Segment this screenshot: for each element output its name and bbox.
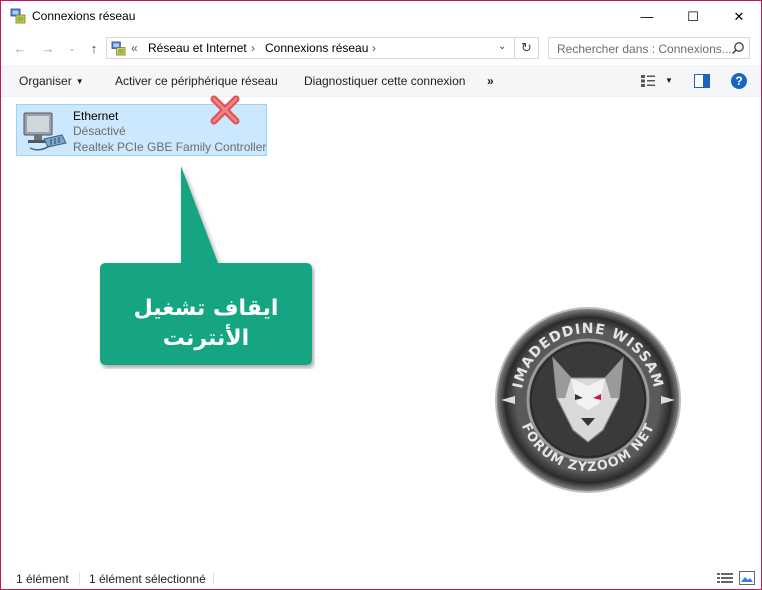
address-bar[interactable]: « Réseau et Internet › Connexions réseau…: [106, 37, 515, 59]
minimize-icon: —: [640, 9, 654, 24]
maximize-button[interactable]: ☐: [670, 1, 716, 32]
breadcrumb-separator[interactable]: ›: [251, 41, 255, 55]
command-bar: Organiser ▼ Activer ce périphérique résea…: [1, 65, 761, 97]
status-divider: [79, 572, 80, 585]
maximize-icon: ☐: [687, 8, 699, 24]
caret-down-icon: ▼: [75, 77, 84, 86]
up-button[interactable]: ↑: [86, 39, 102, 57]
search-icon: [731, 42, 744, 55]
forward-button[interactable]: →: [40, 39, 56, 57]
view-options-dropdown-icon[interactable]: ▼: [665, 76, 673, 85]
item-count: 1 élément: [16, 572, 69, 586]
address-row: ← → ⌄ ↑ « Réseau et Internet › Connexion…: [1, 34, 761, 62]
breadcrumb-separator[interactable]: ›: [372, 41, 376, 55]
activate-device-button[interactable]: Activer ce périphérique réseau: [115, 74, 278, 88]
organiser-label: Organiser: [19, 74, 72, 88]
minimize-button[interactable]: —: [624, 1, 670, 32]
window-title: Connexions réseau: [32, 9, 136, 23]
refresh-icon: ↻: [521, 40, 532, 55]
annotation-text: ايقاف تشغيل الأنترنت: [99, 282, 313, 366]
wolf-watermark-logo: IMADEDDINE WISSAM FORUM ZYZOOM NET: [495, 307, 681, 493]
address-overflow[interactable]: «: [131, 41, 138, 55]
search-placeholder: Rechercher dans : Connexions...: [557, 42, 732, 56]
refresh-button[interactable]: ↻: [515, 37, 539, 59]
annotation-line-1: ايقاف تشغيل: [133, 296, 279, 321]
organiser-menu[interactable]: Organiser ▼: [19, 74, 84, 88]
more-commands-button[interactable]: »: [487, 74, 494, 88]
explorer-window: Connexions réseau — ☐ ✕ ← → ⌄ ↑ « Réseau…: [0, 0, 762, 590]
breadcrumb-network-connections[interactable]: Connexions réseau: [265, 41, 368, 55]
close-button[interactable]: ✕: [716, 1, 761, 32]
preview-pane-icon[interactable]: [694, 74, 710, 88]
network-connections-icon: [111, 41, 126, 56]
title-bar[interactable]: Connexions réseau — ☐ ✕: [1, 1, 761, 32]
arrow-up-icon: ↑: [90, 40, 98, 56]
disabled-x-icon: [210, 95, 240, 125]
network-connections-icon: [10, 8, 26, 24]
breadcrumb-network-internet[interactable]: Réseau et Internet: [148, 41, 247, 55]
arrow-right-icon: →: [41, 40, 55, 56]
large-icons-view-icon[interactable]: [739, 571, 755, 585]
recent-locations-button[interactable]: ⌄: [67, 39, 77, 57]
status-divider: [213, 572, 214, 585]
close-icon: ✕: [733, 8, 745, 24]
connection-name: Ethernet: [73, 109, 119, 123]
change-view-icon[interactable]: [640, 74, 656, 88]
search-input[interactable]: Rechercher dans : Connexions...: [548, 37, 750, 59]
diagnose-connection-button[interactable]: Diagnostiquer cette connexion: [304, 74, 465, 88]
help-icon[interactable]: ?: [731, 73, 747, 89]
ethernet-adapter-icon: [23, 112, 67, 151]
details-view-icon[interactable]: [717, 572, 733, 584]
annotation-line-2: الأنترنت: [162, 326, 250, 351]
back-button[interactable]: ←: [12, 39, 28, 57]
connection-status: Désactivé: [73, 124, 126, 138]
chevron-down-icon: ⌄: [68, 42, 76, 53]
address-dropdown-icon[interactable]: ⌄: [498, 41, 506, 52]
selection-count: 1 élément sélectionné: [89, 572, 206, 586]
arrow-left-icon: ←: [13, 40, 27, 56]
status-bar: 1 élément 1 élément sélectionné: [1, 566, 761, 589]
